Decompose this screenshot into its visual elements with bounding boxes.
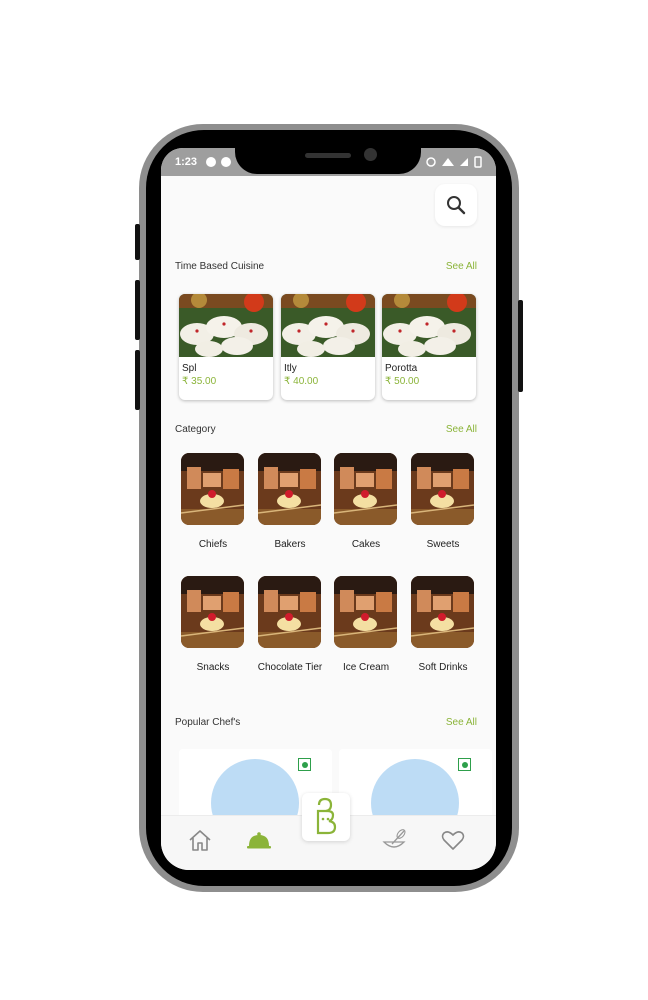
category-label: Chiefs: [198, 539, 228, 550]
cuisine-card[interactable]: Itly ₹ 40.00: [281, 294, 375, 400]
category-item[interactable]: Sweets: [405, 453, 481, 553]
cuisine-name: Itly: [284, 363, 297, 374]
pastry-image: [258, 576, 321, 648]
pastry-image: [411, 576, 474, 648]
app-screen: 1:23 Time Based Cuisine See All Spl ₹ 35…: [161, 148, 496, 870]
cuisine-card[interactable]: Porotta ₹ 50.00: [382, 294, 476, 400]
category-item[interactable]: Chiefs: [175, 453, 251, 553]
category-image: [334, 576, 397, 648]
app-logo-button[interactable]: [302, 793, 350, 841]
cuisine-price: ₹ 35.00: [182, 376, 217, 387]
category-image: [258, 453, 321, 525]
phone-power-button: [518, 300, 523, 392]
category-label: Chocolate Tier: [257, 662, 323, 673]
category-label: Snacks: [196, 662, 230, 673]
cloche-icon[interactable]: [245, 826, 273, 854]
category-image: [258, 576, 321, 648]
search-button[interactable]: [435, 184, 477, 226]
section-title-time-based: Time Based Cuisine: [175, 261, 265, 272]
search-icon: [447, 196, 466, 215]
section-title-category: Category: [175, 424, 216, 435]
see-all-time-based[interactable]: See All: [446, 261, 477, 272]
category-image: [334, 453, 397, 525]
category-item[interactable]: Cakes: [328, 453, 404, 553]
app-logo: [316, 797, 337, 835]
category-label: Ice Cream: [342, 662, 390, 673]
category-item[interactable]: Chocolate Tier: [252, 576, 328, 676]
pastry-image: [181, 453, 244, 525]
category-item[interactable]: Bakers: [252, 453, 328, 553]
pastry-image: [334, 453, 397, 525]
category-image: [411, 453, 474, 525]
phone-side-button: [135, 224, 140, 260]
veg-icon: [298, 758, 311, 771]
cuisine-name: Spl: [182, 363, 197, 374]
status-time: 1:23: [175, 156, 198, 168]
category-label: Sweets: [426, 539, 460, 550]
category-image: [411, 576, 474, 648]
pastry-image: [181, 576, 244, 648]
category-label: Bakers: [274, 539, 306, 550]
phone-volume-down: [135, 350, 140, 410]
category-label: Cakes: [351, 539, 381, 550]
cuisine-price: ₹ 50.00: [385, 376, 420, 387]
heart-icon[interactable]: [439, 826, 467, 854]
idli-image: [281, 294, 375, 357]
see-all-popular-chefs[interactable]: See All: [446, 717, 477, 728]
notification-icon: [221, 157, 231, 167]
cuisine-price: ₹ 40.00: [284, 376, 319, 387]
veg-icon: [458, 758, 471, 771]
category-image: [181, 576, 244, 648]
cuisine-name: Porotta: [385, 363, 418, 374]
category-image: [181, 453, 244, 525]
pastry-image: [258, 453, 321, 525]
home-icon[interactable]: [186, 826, 214, 854]
whisk-bowl-icon[interactable]: [380, 826, 408, 854]
pastry-image: [334, 576, 397, 648]
notification-icon: [206, 157, 216, 167]
cuisine-card[interactable]: Spl ₹ 35.00: [179, 294, 273, 400]
section-title-popular-chefs: Popular Chef's: [175, 717, 241, 728]
idli-image: [382, 294, 476, 357]
see-all-category[interactable]: See All: [446, 424, 477, 435]
phone-camera: [364, 148, 377, 161]
category-label: Soft Drinks: [418, 662, 468, 673]
phone-volume-up: [135, 280, 140, 340]
pastry-image: [411, 453, 474, 525]
phone-speaker: [305, 153, 351, 158]
status-icons: [426, 156, 482, 168]
category-item[interactable]: Soft Drinks: [405, 576, 481, 676]
category-item[interactable]: Ice Cream: [328, 576, 404, 676]
category-item[interactable]: Snacks: [175, 576, 251, 676]
idli-image: [179, 294, 273, 357]
